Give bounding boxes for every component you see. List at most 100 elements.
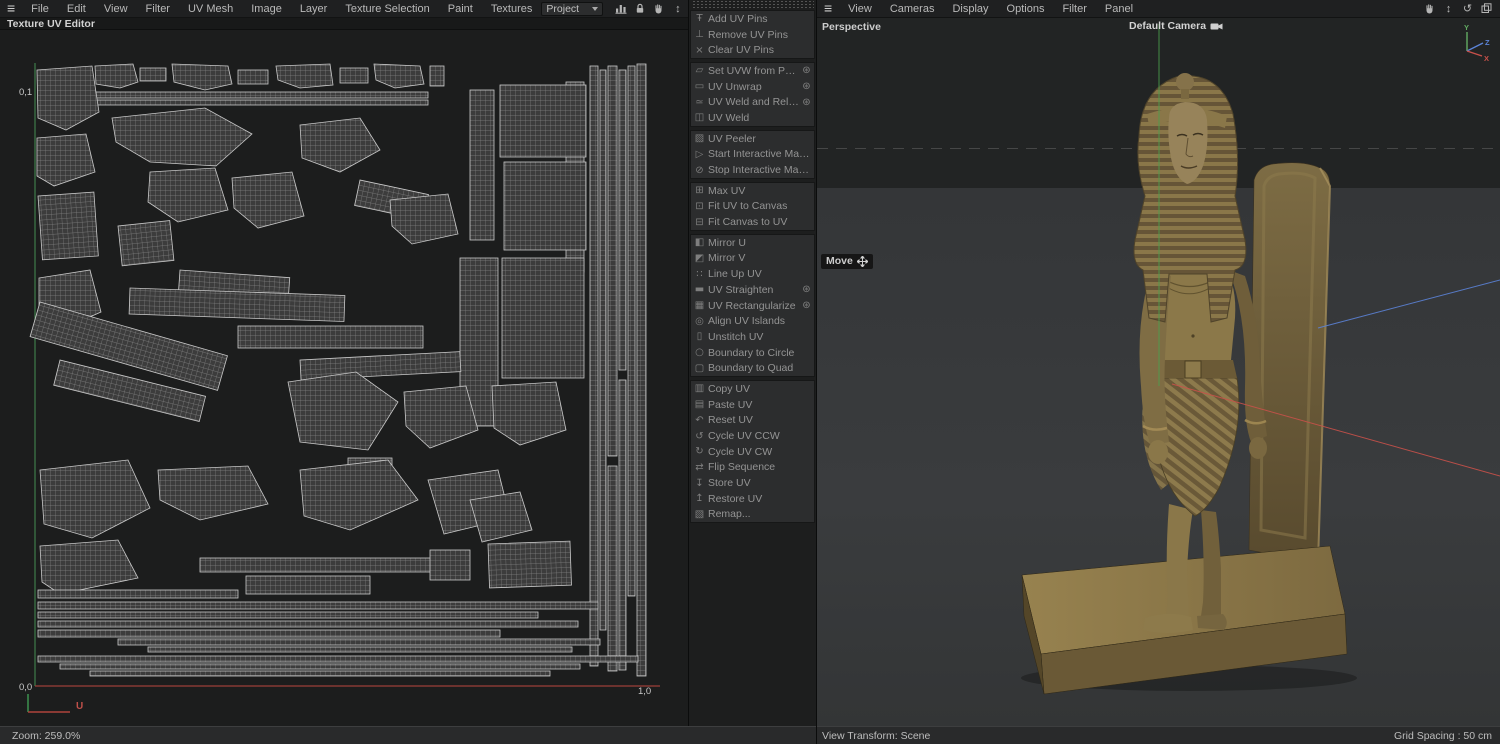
toolbar-item-copy-uv[interactable]: ▥ Copy UV <box>691 381 814 397</box>
gear-icon[interactable]: ⊛ <box>799 65 814 76</box>
weld-icon: ◫ <box>694 112 705 124</box>
uv-corner-bottom-right: 1,0 <box>638 686 652 697</box>
toolbar-item-paste-uv[interactable]: ▤ Paste UV <box>691 397 814 413</box>
menu-options[interactable]: Options <box>998 0 1054 17</box>
toolbar-item-line-up-uv[interactable]: ∷ Line Up UV <box>691 266 814 282</box>
toolbar-item-set-uvw-from-projection[interactable]: ▱ Set UVW from Projection⊛ <box>691 63 814 79</box>
menu-layer[interactable]: Layer <box>291 0 337 17</box>
reset-icon: ↶ <box>695 414 704 426</box>
gizmo-z-label: Z <box>1485 38 1490 47</box>
toolbar-item-label: Clear UV Pins <box>708 44 774 57</box>
menu-filter[interactable]: Filter <box>137 0 179 17</box>
rotate-ccw-icon[interactable]: ↺ <box>1460 2 1475 16</box>
menu-filter[interactable]: Filter <box>1053 0 1095 17</box>
viewport-menubar: ≡ View Cameras Display Options Filter Panel ↕… <box>817 0 1500 18</box>
toolbar-item-label: UV Weld <box>708 111 750 124</box>
view-projection-label[interactable]: Perspective <box>822 21 881 33</box>
toolbar-item-remove-uv-pins[interactable]: ⊥ Remove UV Pins <box>691 27 814 43</box>
gear-icon[interactable]: ⊛ <box>799 97 814 108</box>
uv-corner-top-left: 0,1 <box>19 87 33 98</box>
palette-drag-handle[interactable] <box>691 1 814 8</box>
toolbar-item-uv-weld[interactable]: ◫ UV Weld <box>691 110 814 126</box>
menu-display[interactable]: Display <box>943 0 997 17</box>
uv-canvas[interactable]: 0,1 0,0 1,0 U <box>0 30 688 726</box>
toolbar-item-cycle-uv-cw[interactable]: ↻ Cycle UV CW <box>691 444 814 460</box>
uv-command-palette: Ŧ Add UV Pins ⊥ Remove UV Pins × Clear UV Pin… <box>689 0 816 744</box>
toolbar-item-label: UV Straighten <box>708 283 774 296</box>
menu-textures[interactable]: Textures <box>482 0 542 17</box>
toolbar-item-label: Add UV Pins <box>708 12 768 25</box>
toolbar-item-align-uv-islands[interactable]: ◎ Align UV Islands <box>691 313 814 329</box>
uv-editor-tab[interactable]: Texture UV Editor <box>0 18 688 30</box>
cycle-ccw-icon: ↺ <box>695 430 704 442</box>
camera-label[interactable]: Default Camera <box>1129 20 1223 32</box>
pan-updown-icon[interactable]: ↕ <box>670 2 685 16</box>
toolbar-item-boundary-to-quad[interactable]: ▢ Boundary to Quad <box>691 360 814 376</box>
orientation-gizmo[interactable]: Y Z X <box>1454 23 1494 63</box>
toolbar-item-label: Paste UV <box>708 398 753 411</box>
toolbar-item-uv-peeler[interactable]: ▨ UV Peeler <box>691 131 814 147</box>
toolbar-item-cycle-uv-ccw[interactable]: ↺ Cycle UV CCW <box>691 428 814 444</box>
toolbar-item-restore-uv[interactable]: ↥ Restore UV <box>691 491 814 507</box>
clear-x-icon: × <box>695 44 704 56</box>
gear-icon[interactable]: ⊛ <box>799 81 814 92</box>
menu-view[interactable]: View <box>95 0 137 17</box>
play-icon: ▷ <box>695 148 704 160</box>
pan-updown-icon[interactable]: ↕ <box>1441 2 1456 16</box>
toolbar-item-flip-sequence[interactable]: ⇄ Flip Sequence <box>691 460 814 476</box>
weld-relax-icon: ≃ <box>695 96 704 108</box>
toolbar-item-label: UV Unwrap <box>708 80 762 93</box>
toolbar-item-clear-uv-pins[interactable]: × Clear UV Pins <box>691 42 814 58</box>
toolbar-item-label: Mirror V <box>708 252 746 265</box>
toolbar-item-max-uv[interactable]: ⊞ Max UV <box>691 183 814 199</box>
toolbar-item-store-uv[interactable]: ↧ Store UV <box>691 475 814 491</box>
menu-paint[interactable]: Paint <box>439 0 482 17</box>
histogram-icon[interactable] <box>613 2 628 16</box>
viewport-menubar-items: View Cameras Display Options Filter Panel <box>839 0 1142 17</box>
toolbar-item-uv-straighten[interactable]: ▬ UV Straighten ⊛ <box>691 282 814 298</box>
max-uv-icon: ⊞ <box>695 185 704 197</box>
hamburger-menu-icon[interactable]: ≡ <box>817 0 839 18</box>
toolbar-item-uv-unwrap[interactable]: ▭ UV Unwrap ⊛ <box>691 79 814 95</box>
gear-icon[interactable]: ⊛ <box>799 300 814 311</box>
camera-label-text: Default Camera <box>1129 20 1207 32</box>
menu-panel[interactable]: Panel <box>1096 0 1142 17</box>
toolbar-item-mirror-v[interactable]: ◩ Mirror V <box>691 251 814 267</box>
toolbar-item-fit-canvas-to-uv[interactable]: ⊟ Fit Canvas to UV <box>691 214 814 230</box>
hand-icon[interactable] <box>651 2 666 16</box>
menu-edit[interactable]: Edit <box>58 0 95 17</box>
toolbar-item-start-interactive-mapping[interactable]: ▷ Start Interactive Mapping <box>691 147 814 163</box>
menu-file[interactable]: File <box>22 0 58 17</box>
remap-icon: ▧ <box>694 508 705 520</box>
hamburger-menu-icon[interactable]: ≡ <box>0 0 22 18</box>
paste-icon: ▤ <box>694 399 705 411</box>
toolbar-item-mirror-u[interactable]: ◧ Mirror U <box>691 235 814 251</box>
toolbar-item-label: Copy UV <box>708 382 751 395</box>
3d-viewport[interactable]: Perspective Default Camera Move Y Z X <box>817 18 1500 726</box>
toolbar-item-boundary-to-circle[interactable]: ○ Boundary to Circle <box>691 345 814 361</box>
pharaoh-statue[interactable] <box>817 18 1500 726</box>
toolbar-item-fit-uv-to-canvas[interactable]: ⊡ Fit UV to Canvas <box>691 199 814 215</box>
toolbar-item-unstitch-uv[interactable]: ▯ Unstitch UV <box>691 329 814 345</box>
toolbar-item-remap[interactable]: ▧ Remap... <box>691 507 814 523</box>
menu-uv-mesh[interactable]: UV Mesh <box>179 0 242 17</box>
hand-icon[interactable] <box>1422 2 1437 16</box>
toolbar-item-uv-weld-and-relax[interactable]: ≃ UV Weld and Relax ⊛ <box>691 94 814 110</box>
menu-cameras[interactable]: Cameras <box>881 0 944 17</box>
toolbar-item-reset-uv[interactable]: ↶ Reset UV <box>691 413 814 429</box>
menu-texture-selection[interactable]: Texture Selection <box>336 0 438 17</box>
uv-statusbar: Zoom: 259.0% <box>0 726 816 744</box>
gear-icon[interactable]: ⊛ <box>799 284 814 295</box>
project-dropdown[interactable]: Project <box>541 1 604 16</box>
toolbar-item-uv-rectangularize[interactable]: ▦ UV Rectangularize ⊛ <box>691 298 814 314</box>
toolbar-item-label: UV Rectangularize <box>708 299 796 312</box>
lock-icon[interactable] <box>632 2 647 16</box>
toolbar-item-label: Line Up UV <box>708 268 762 281</box>
toolbar-item-add-uv-pins[interactable]: Ŧ Add UV Pins <box>691 11 814 27</box>
maximize-icon[interactable] <box>1479 2 1494 16</box>
toolbar-group: ▥ Copy UV ▤ Paste UV ↶ Reset UV ↺ Cycle UV CCW ↻… <box>690 380 815 524</box>
menu-image[interactable]: Image <box>242 0 291 17</box>
toolbar-item-stop-interactive-mapping[interactable]: ⊘ Stop Interactive Mapping <box>691 162 814 178</box>
toolbar-group: ⊞ Max UV ⊡ Fit UV to Canvas ⊟ Fit Canvas to U… <box>690 181 815 231</box>
menu-view[interactable]: View <box>839 0 881 17</box>
